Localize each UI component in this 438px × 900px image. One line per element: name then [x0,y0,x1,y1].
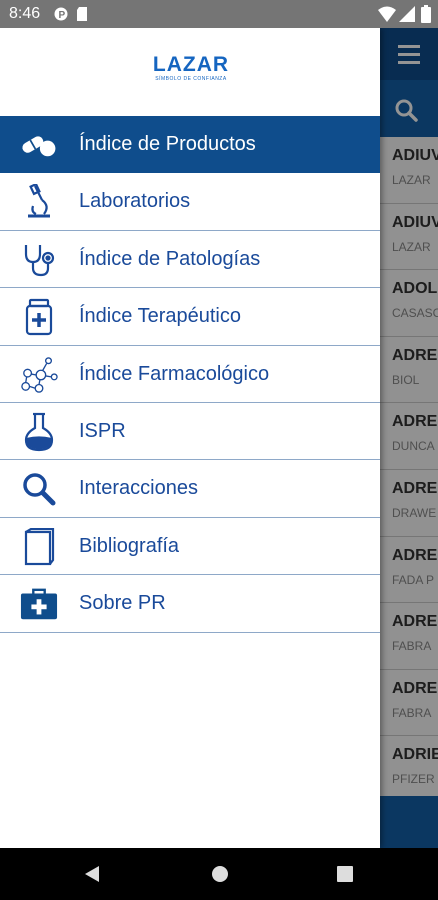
menu-item-indice-productos[interactable]: Índice de Productos [0,116,380,174]
signal-icon [399,6,415,27]
menu-item-label: Índice Terapéutico [79,305,241,328]
molecule-icon [20,356,58,394]
menu-item-label: Índice de Patologías [79,247,261,270]
menu-item-indice-terapeutico[interactable]: Índice Terapéutico [0,288,380,346]
status-bar: 8:46 P [0,0,438,28]
menu-item-interacciones[interactable]: Interacciones [0,460,380,518]
navigation-drawer: LAZAR SÍMBOLO DE CONFIANZA Índice de Pro… [0,28,380,848]
menu-item-sobre-pr[interactable]: Sobre PR [0,575,380,633]
wifi-icon [378,6,396,27]
system-navigation-bar [0,848,438,900]
battery-icon [421,5,431,28]
back-icon[interactable] [84,865,100,888]
medical-kit-icon [20,585,58,623]
menu-item-label: ISPR [79,419,126,442]
svg-text:P: P [59,10,66,21]
menu-item-label: Índice Farmacológico [79,362,270,385]
status-time: 8:46 [9,5,41,22]
menu-item-label: Bibliografía [79,534,180,557]
menu-item-label: Interacciones [79,477,198,500]
home-icon[interactable] [211,865,229,888]
menu-item-indice-farmacologico[interactable]: Índice Farmacológico [0,346,380,403]
logo-name: LAZAR [152,53,230,76]
menu-item-indice-patologias[interactable]: Índice de Patologías [0,231,380,289]
book-icon [20,527,58,566]
stethoscope-icon [20,241,58,279]
logo-tagline: SÍMBOLO DE CONFIANZA [155,76,227,82]
menu-item-laboratorios[interactable]: Laboratorios [0,173,380,231]
menu-item-label: Índice de Productos [79,133,256,155]
medicine-jar-icon [20,298,58,336]
sd-card-icon [76,7,88,26]
microscope-icon [20,183,58,221]
lazar-logo: LAZAR SÍMBOLO DE CONFIANZA [146,53,236,83]
menu-item-label: Laboratorios [79,190,191,213]
menu-item-ispr[interactable]: ISPR [0,403,380,461]
magnifier-icon [20,470,58,508]
recents-icon[interactable] [337,866,353,887]
menu-item-label: Sobre PR [79,592,166,615]
menu-item-bibliografia[interactable]: Bibliografía [0,518,380,576]
pill-capsule-icon [20,126,58,164]
flask-icon [20,412,58,452]
app-notification-icon: P [54,7,68,26]
drawer-menu: Índice de Productos Laboratorios Índice … [0,116,380,633]
